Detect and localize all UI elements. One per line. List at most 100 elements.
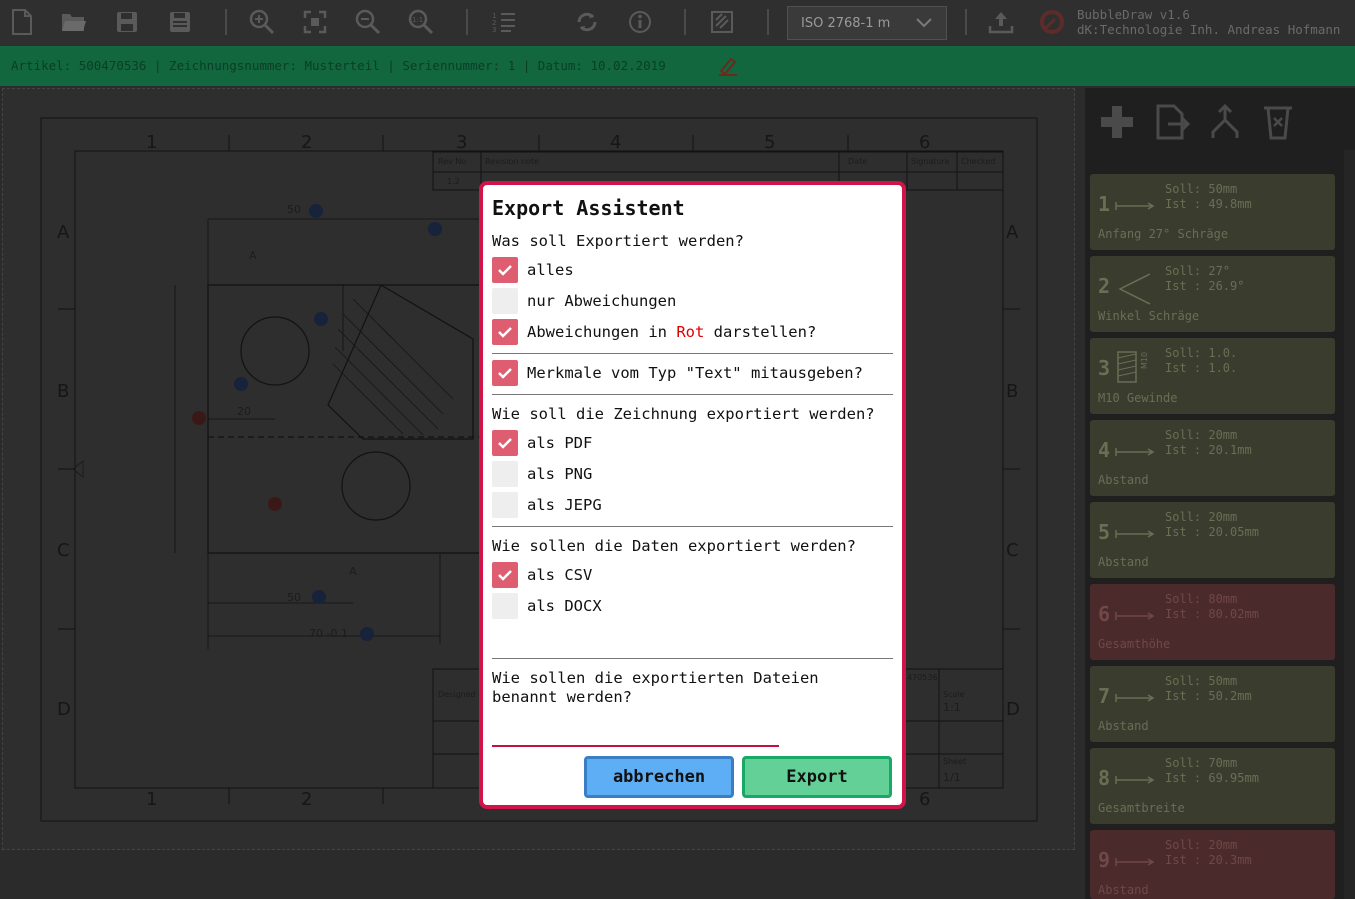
feature-description: Gesamthöhe	[1098, 637, 1171, 651]
cancel-button[interactable]: abbrechen	[584, 756, 734, 798]
checkbox[interactable]	[492, 593, 518, 619]
option-label-a: Abweichungen in	[527, 323, 677, 341]
checkbox[interactable]	[492, 430, 518, 456]
tb-sheet-label: Sheet	[943, 757, 966, 766]
feature-description: Anfang 27° Schräge	[1098, 227, 1229, 241]
delete-icon[interactable]	[1258, 102, 1298, 142]
grid-col-2-bottom: 2	[301, 789, 312, 810]
option-alles[interactable]: alles	[492, 257, 574, 283]
checkbox[interactable]	[492, 319, 518, 345]
dim-50-top: 50	[287, 203, 301, 216]
tb-revision-note: Revision note	[485, 157, 539, 166]
checkmark-icon	[498, 265, 512, 276]
page-icon[interactable]	[708, 8, 736, 36]
feature-card[interactable]: 1 Soll: 50mm Ist : 49.8mm Anfang 27° Sch…	[1090, 174, 1335, 250]
merge-icon[interactable]	[1205, 102, 1245, 142]
svg-text:1:1: 1:1	[412, 16, 423, 24]
feature-description: Abstand	[1098, 555, 1149, 569]
info-icon[interactable]	[626, 8, 654, 36]
toolbar: 1:1 123 ISO 2768-1 m BubbleDraw v1.6 dK:T…	[0, 0, 1355, 46]
dim-20-a: 20	[237, 405, 251, 418]
option-nur-abweichungen[interactable]: nur Abweichungen	[492, 288, 676, 314]
feature-ist: Ist : 26.9°	[1165, 279, 1245, 293]
feature-description: Abstand	[1098, 719, 1149, 733]
feature-number: 8	[1098, 766, 1111, 790]
divider	[492, 658, 893, 659]
option-text-merkmale[interactable]: Merkmale vom Typ "Text" mitausgeben?	[492, 360, 863, 386]
svg-text:M10: M10	[1140, 352, 1149, 369]
upload-icon[interactable]	[987, 8, 1015, 36]
distance-icon	[1115, 612, 1155, 620]
checkbox[interactable]	[492, 461, 518, 487]
checkmark-icon	[498, 327, 512, 338]
option-label: Abweichungen in Rot darstellen?	[527, 323, 816, 341]
feature-number: 4	[1098, 438, 1111, 462]
feature-card[interactable]: 5 Soll: 20mm Ist : 20.05mm Abstand	[1090, 502, 1335, 578]
feature-card[interactable]: 7 Soll: 50mm Ist : 50.2mm Abstand	[1090, 666, 1335, 742]
feature-description: Abstand	[1098, 473, 1149, 487]
zoom-in-icon[interactable]	[248, 8, 276, 36]
info-bar: Artikel: 500470536 | Zeichnungsnummer: M…	[0, 46, 1355, 86]
grid-col-4: 4	[610, 132, 621, 153]
app-company: dK:Technologie Inh. Andreas Hofmann	[1077, 22, 1341, 37]
list-numbered-icon[interactable]: 123	[490, 8, 518, 36]
bubbledraw-logo	[1038, 8, 1066, 36]
checkbox[interactable]	[492, 360, 518, 386]
feature-ist: Ist : 50.2mm	[1165, 689, 1252, 703]
divider	[492, 353, 893, 354]
new-file-icon[interactable]	[8, 8, 36, 36]
refresh-icon[interactable]	[573, 8, 601, 36]
checkbox[interactable]	[492, 288, 518, 314]
feature-soll: Soll: 1.0.	[1165, 346, 1238, 360]
feature-description: M10 Gewinde	[1098, 391, 1178, 405]
distance-icon	[1115, 202, 1155, 210]
rot-word: Rot	[676, 323, 705, 341]
option-png[interactable]: als PNG	[492, 461, 592, 487]
export-button[interactable]: Export	[742, 756, 892, 798]
section-a-bottom: A	[349, 565, 357, 578]
filename-input[interactable]	[492, 723, 779, 747]
edit-icon[interactable]	[717, 55, 739, 77]
option-rot-darstellen[interactable]: Abweichungen in Rot darstellen?	[492, 319, 816, 345]
checkbox[interactable]	[492, 562, 518, 588]
option-docx[interactable]: als DOCX	[492, 593, 602, 619]
option-label-c: darstellen?	[704, 323, 817, 341]
import-icon[interactable]	[1152, 102, 1192, 142]
feature-card[interactable]: 9 Soll: 20mm Ist : 20.3mm Abstand	[1090, 830, 1335, 899]
option-jepg[interactable]: als JEPG	[492, 492, 602, 518]
open-folder-icon[interactable]	[60, 8, 88, 36]
grid-col-6: 6	[919, 132, 930, 153]
feature-soll: Soll: 50mm	[1165, 674, 1238, 688]
tolerance-norm-select[interactable]: ISO 2768-1 m	[787, 6, 947, 40]
save-icon[interactable]	[113, 8, 141, 36]
feature-card[interactable]: 8 Soll: 70mm Ist : 69.95mm Gesamtbreite	[1090, 748, 1335, 824]
export-dialog: Export Assistent Was soll Exportiert wer…	[479, 181, 906, 809]
grid-col-6-bottom: 6	[919, 789, 930, 810]
zoom-reset-icon[interactable]: 1:1	[407, 8, 435, 36]
checkbox[interactable]	[492, 492, 518, 518]
tb-signature: Signature	[911, 157, 950, 166]
feature-card[interactable]: 3 M10 Soll: 1.0. Ist : 1.0. M10 Gewinde	[1090, 338, 1335, 414]
option-label: als PDF	[527, 434, 593, 452]
zoom-out-icon[interactable]	[354, 8, 382, 36]
dim-50-bottom: 50	[287, 591, 301, 604]
question-filename: Wie sollen die exportierten Dateien bena…	[492, 669, 819, 706]
option-csv[interactable]: als CSV	[492, 562, 592, 588]
checkbox[interactable]	[492, 257, 518, 283]
sidebar-scrollbar[interactable]	[1344, 150, 1355, 899]
grid-col-2: 2	[301, 132, 312, 153]
feature-card[interactable]: 2 Soll: 27° Ist : 26.9° Winkel Schräge	[1090, 256, 1335, 332]
feature-card[interactable]: 4 Soll: 20mm Ist : 20.1mm Abstand	[1090, 420, 1335, 496]
feature-card[interactable]: 6 Soll: 80mm Ist : 80.02mm Gesamthöhe	[1090, 584, 1335, 660]
feature-number: 9	[1098, 848, 1111, 872]
grid-col-3: 3	[456, 132, 467, 153]
add-icon[interactable]	[1097, 102, 1137, 142]
feature-ist: Ist : 80.02mm	[1165, 607, 1259, 621]
save-as-icon[interactable]	[166, 8, 194, 36]
zoom-fit-icon[interactable]	[301, 8, 329, 36]
question-what: Was soll Exportiert werden?	[492, 232, 744, 250]
tb-scale-value: 1:1	[943, 701, 961, 714]
section-a-top: A	[249, 249, 257, 262]
grid-row-b: B	[57, 381, 69, 402]
option-pdf[interactable]: als PDF	[492, 430, 592, 456]
